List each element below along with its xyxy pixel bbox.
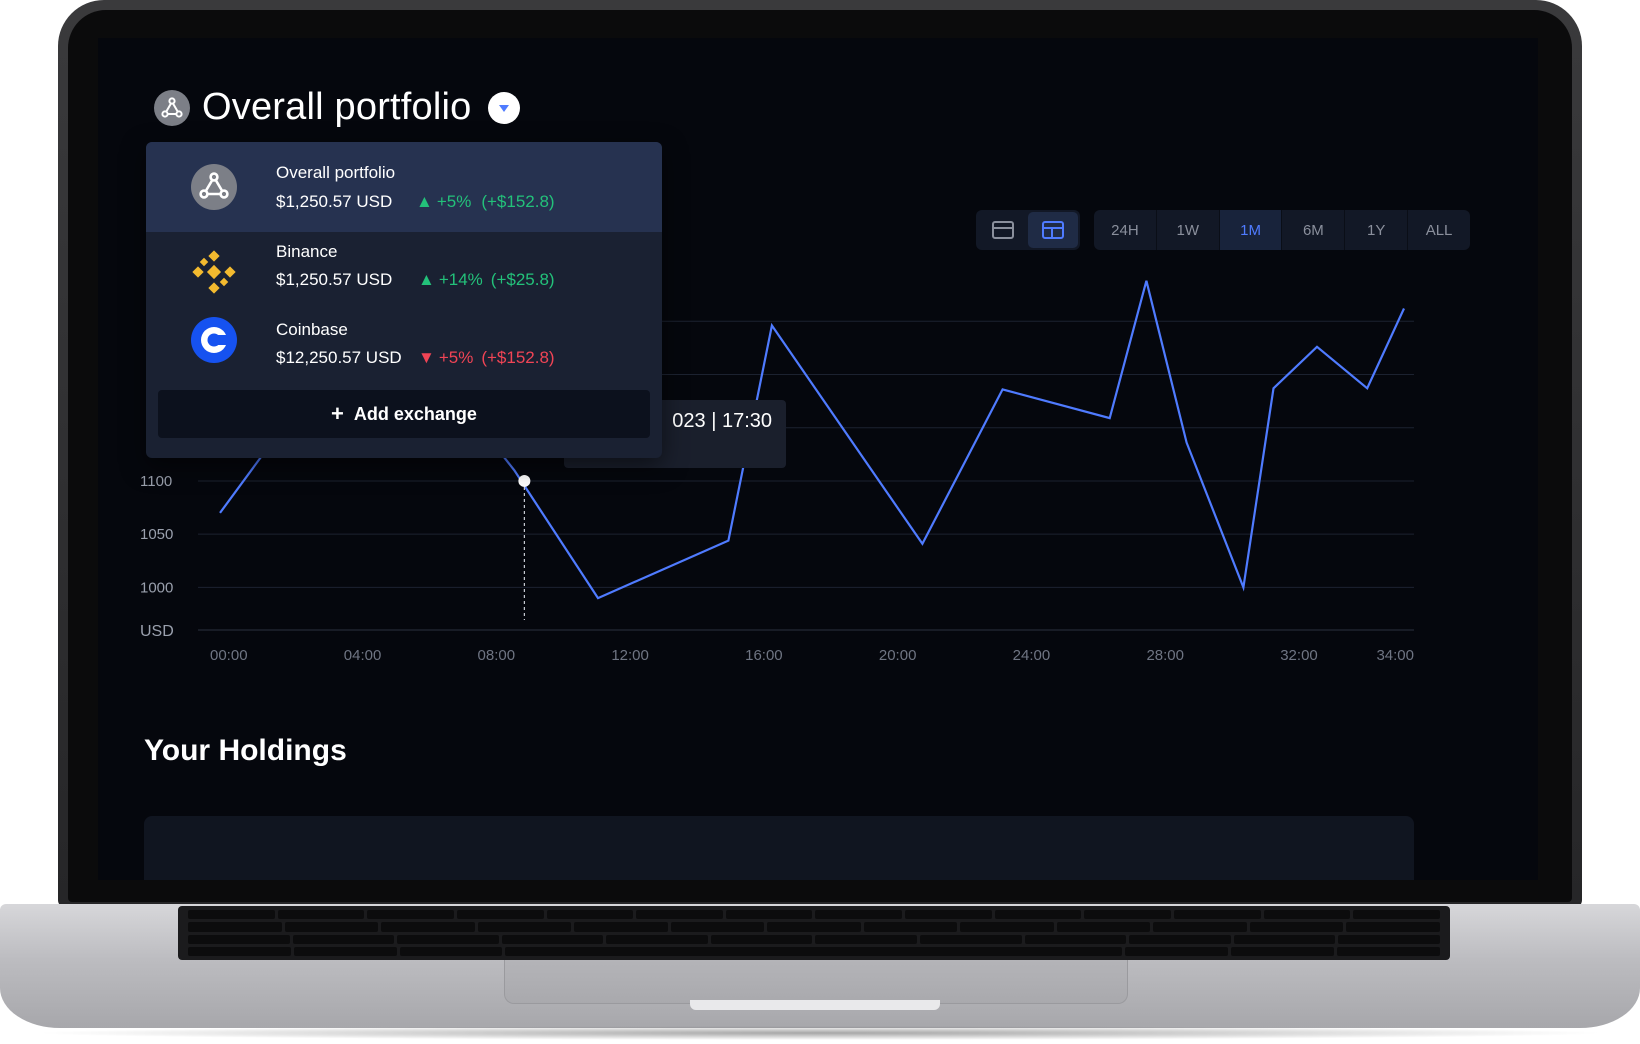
dropdown-item-coinbase[interactable]: Coinbase $12,250.57 USD ▼ +5% (+$152.8) xyxy=(146,308,662,384)
exchange-change: ▲ +5% (+$152.8) xyxy=(416,192,555,212)
portfolio-icon xyxy=(191,164,237,210)
laptop-notch xyxy=(690,1000,940,1010)
x-tick-label: 24:00 xyxy=(1013,647,1051,664)
change-percent: +5% xyxy=(436,192,472,211)
change-amount: (+$152.8) xyxy=(481,192,555,211)
y-tick-label: 1000 xyxy=(140,579,173,596)
exchange-change: ▼ +5% (+$152.8) xyxy=(418,348,555,368)
change-amount: (+$25.8) xyxy=(490,270,555,289)
exchange-name: Coinbase xyxy=(276,320,348,339)
tooltip-text: 023 | 17:30 xyxy=(672,410,772,432)
x-tick-label: 04:00 xyxy=(344,647,382,664)
x-tick-label: 32:00 xyxy=(1280,647,1318,664)
arrow-up-icon: ▲ xyxy=(418,270,435,289)
dropdown-item-binance[interactable]: Binance $1,250.57 USD ▲ +14% (+$25.8) xyxy=(146,232,662,308)
binance-icon xyxy=(192,250,236,294)
x-tick-label: 08:00 xyxy=(478,647,516,664)
change-percent: +14% xyxy=(438,270,483,289)
holdings-table xyxy=(144,816,1414,880)
exchange-value: $1,250.57 USD xyxy=(276,270,393,289)
coinbase-icon xyxy=(191,317,237,363)
add-exchange-button[interactable]: + Add exchange xyxy=(158,390,650,438)
exchange-value: $1,250.57 USD xyxy=(276,192,393,211)
exchange-name: Binance xyxy=(276,242,338,261)
laptop-keyboard xyxy=(178,906,1450,960)
arrow-up-icon: ▲ xyxy=(416,192,433,211)
plus-icon: + xyxy=(331,401,344,426)
dropdown-item-overall[interactable]: Overall portfolio $1,250.57 USD ▲ +5% (+… xyxy=(146,142,662,232)
y-tick-label: 1100 xyxy=(140,473,172,490)
y-axis-label: USD xyxy=(140,623,174,640)
laptop-shadow xyxy=(30,1026,1610,1040)
y-tick-label: 1050 xyxy=(140,526,173,543)
change-percent: +5% xyxy=(438,348,474,367)
laptop-trackpad xyxy=(504,960,1128,1004)
portfolio-dropdown: Overall portfolio $1,250.57 USD ▲ +5% (+… xyxy=(146,142,662,458)
arrow-down-icon: ▼ xyxy=(418,348,435,367)
x-tick-label: 28:00 xyxy=(1146,647,1184,664)
x-tick-label: 16:00 xyxy=(745,647,783,664)
exchange-name: Overall portfolio xyxy=(276,163,396,182)
add-exchange-label: Add exchange xyxy=(353,403,477,424)
app-screen: Overall portfolio 24H 1W 1M 6M 1Y ALL 10… xyxy=(98,38,1538,880)
hover-point xyxy=(518,474,531,487)
change-amount: (+$152.8) xyxy=(481,348,555,367)
x-tick-label: 00:00 xyxy=(210,647,248,664)
x-tick-label: 34:00 xyxy=(1376,647,1414,664)
exchange-value: $12,250.57 USD xyxy=(276,348,402,367)
holdings-title: Your Holdings xyxy=(144,734,347,767)
exchange-change: ▲ +14% (+$25.8) xyxy=(418,270,555,290)
x-tick-label: 12:00 xyxy=(611,647,649,664)
x-tick-label: 20:00 xyxy=(879,647,917,664)
